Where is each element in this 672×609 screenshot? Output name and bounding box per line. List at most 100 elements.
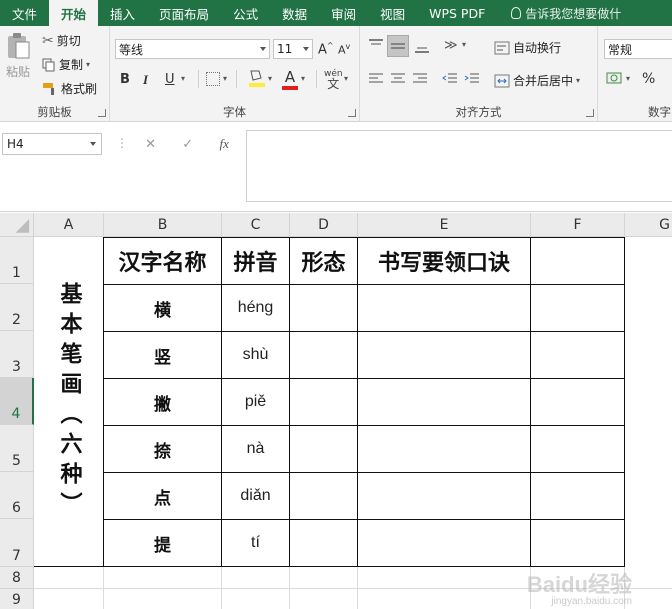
pinyin-cell[interactable]: diǎn: [222, 473, 289, 519]
decrease-font-icon[interactable]: Av: [338, 42, 350, 57]
chevron-down-icon[interactable]: ▾: [626, 74, 630, 83]
stroke-name-cell[interactable]: 撇: [104, 379, 221, 425]
menu-review[interactable]: 审阅: [319, 0, 368, 26]
percent-button[interactable]: %: [642, 71, 655, 87]
underline-button[interactable]: U: [165, 72, 175, 87]
enter-check-icon[interactable]: ✓: [182, 137, 193, 152]
row-header-7[interactable]: 7: [0, 519, 34, 567]
format-painter-button[interactable]: 格式刷: [42, 80, 97, 97]
col-header-d[interactable]: D: [290, 213, 358, 237]
chevron-down-icon[interactable]: ▾: [301, 74, 305, 83]
header-cell-name[interactable]: 汉字名称: [104, 238, 221, 284]
row-header-9[interactable]: 9: [0, 589, 34, 609]
align-center-icon[interactable]: [390, 72, 406, 86]
menu-file[interactable]: 文件: [0, 0, 49, 26]
wrap-text-icon: [494, 41, 510, 54]
dialog-launcher-icon[interactable]: [348, 109, 356, 117]
cut-button[interactable]: ✂ 剪切: [42, 32, 81, 49]
dialog-launcher-icon[interactable]: [586, 109, 594, 117]
increase-indent-icon[interactable]: [464, 72, 480, 86]
menu-wps-pdf[interactable]: WPS PDF: [417, 0, 497, 26]
insert-function-icon[interactable]: fx: [219, 136, 228, 152]
cell-a1-merged[interactable]: 基本笔画（六种）: [34, 237, 103, 566]
col-header-f[interactable]: F: [531, 213, 625, 237]
header-cell-shape[interactable]: 形态: [290, 238, 357, 284]
menu-home[interactable]: 开始: [49, 0, 99, 26]
lightbulb-icon: [511, 7, 522, 19]
menu-formulas[interactable]: 公式: [221, 0, 270, 26]
menu-view[interactable]: 视图: [368, 0, 417, 26]
orientation-icon[interactable]: ≫: [444, 38, 458, 53]
tell-me-search[interactable]: 告诉我您想要做什: [497, 0, 621, 26]
row-header-5[interactable]: 5: [0, 425, 34, 472]
menu-insert[interactable]: 插入: [98, 0, 147, 26]
font-color-button[interactable]: A: [282, 68, 298, 90]
pinyin-cell[interactable]: piě: [222, 379, 289, 425]
copy-label: 复制: [59, 58, 84, 72]
worksheet: A B C D E F G 1 2 3 4 5 6 7 8 9 基本笔画（六种）…: [0, 213, 672, 609]
font-color-swatch: [282, 86, 298, 90]
col-header-c[interactable]: C: [222, 213, 290, 237]
stroke-name-cell[interactable]: 横: [104, 285, 221, 331]
italic-button[interactable]: I: [143, 72, 148, 88]
formula-bar: H4 ⋮ ✕ ✓ fx: [0, 122, 672, 212]
formula-input[interactable]: [246, 130, 672, 202]
col-header-b[interactable]: B: [104, 213, 222, 237]
font-size-select[interactable]: 11: [273, 39, 313, 59]
align-right-icon[interactable]: [412, 72, 428, 86]
merge-center-label: 合并后居中: [513, 74, 574, 88]
chevron-down-icon[interactable]: ▾: [462, 40, 466, 49]
paste-button[interactable]: 粘贴: [4, 32, 32, 80]
pinyin-cell[interactable]: nà: [222, 426, 289, 472]
stroke-name-cell[interactable]: 竖: [104, 332, 221, 378]
col-header-a[interactable]: A: [34, 213, 104, 237]
stroke-name-cell[interactable]: 点: [104, 473, 221, 519]
row-header-6[interactable]: 6: [0, 472, 34, 519]
paste-icon: [8, 33, 30, 59]
chevron-down-icon[interactable]: ▾: [268, 74, 272, 83]
paste-label: 粘贴: [5, 65, 30, 79]
format-painter-label: 格式刷: [61, 82, 98, 96]
col-header-e[interactable]: E: [358, 213, 531, 237]
bold-button[interactable]: B: [120, 72, 130, 87]
number-format-select[interactable]: 常规: [604, 39, 672, 59]
align-bottom-icon[interactable]: [414, 40, 430, 54]
merge-center-button[interactable]: 合并后居中 ▾: [494, 72, 580, 89]
fill-color-button[interactable]: [248, 68, 266, 91]
row-header-1[interactable]: 1: [0, 237, 34, 284]
number-group-label: 数字: [648, 105, 671, 119]
decrease-indent-icon[interactable]: [442, 72, 458, 86]
cancel-icon[interactable]: ✕: [145, 137, 156, 152]
chevron-down-icon[interactable]: ▾: [344, 74, 348, 83]
pinyin-cell[interactable]: shù: [222, 332, 289, 378]
wrap-text-button[interactable]: 自动换行: [494, 39, 561, 56]
col-header-g[interactable]: G: [625, 213, 672, 237]
font-name-select[interactable]: 等线: [115, 39, 270, 59]
align-middle-button[interactable]: [387, 35, 409, 57]
stroke-name-cell[interactable]: 捺: [104, 426, 221, 472]
menu-data[interactable]: 数据: [270, 0, 319, 26]
row-header-3[interactable]: 3: [0, 331, 34, 378]
pinyin-cell[interactable]: héng: [222, 285, 289, 331]
increase-font-icon[interactable]: A^: [318, 41, 334, 57]
row-header-4[interactable]: 4: [0, 378, 34, 425]
header-cell-pinyin[interactable]: 拼音: [222, 238, 289, 284]
row-header-2[interactable]: 2: [0, 284, 34, 331]
chevron-down-icon[interactable]: ▾: [181, 74, 185, 83]
phonetic-guide-button[interactable]: wén 文: [324, 69, 343, 90]
chevron-down-icon[interactable]: ▾: [223, 74, 227, 83]
name-box[interactable]: H4: [2, 133, 102, 155]
copy-button[interactable]: 复制 ▾: [42, 56, 90, 73]
currency-button[interactable]: [606, 70, 622, 89]
row-header-8[interactable]: 8: [0, 567, 34, 589]
select-all-button[interactable]: [0, 213, 34, 237]
header-cell-mnemonic[interactable]: 书写要领口诀: [358, 238, 530, 284]
menu-page-layout[interactable]: 页面布局: [147, 0, 221, 26]
table-border: [624, 237, 625, 567]
align-top-icon[interactable]: [368, 38, 384, 52]
dialog-launcher-icon[interactable]: [98, 109, 106, 117]
borders-icon[interactable]: [206, 72, 220, 86]
stroke-name-cell[interactable]: 提: [104, 520, 221, 566]
align-left-icon[interactable]: [368, 72, 384, 86]
pinyin-cell[interactable]: tí: [222, 520, 289, 566]
